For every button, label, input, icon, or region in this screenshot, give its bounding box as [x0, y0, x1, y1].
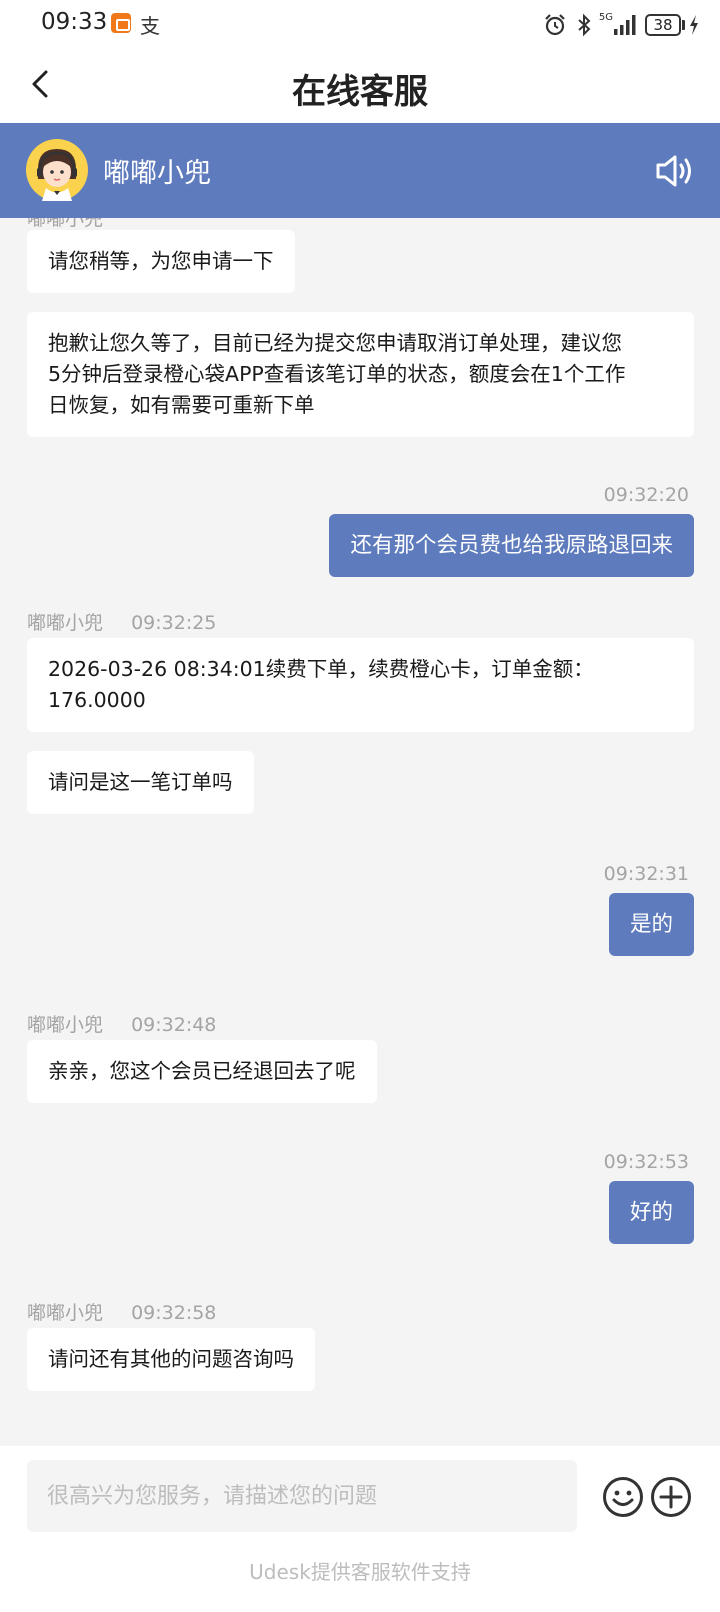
- message-text: 请问是这一笔订单吗: [48, 770, 233, 794]
- message-text: 亲亲，您这个会员已经退回去了呢: [48, 1059, 356, 1083]
- message-bubble-in[interactable]: 请您稍等，为您申请一下: [27, 230, 295, 293]
- status-bar: 09:33 支 5G 38: [0, 0, 720, 48]
- battery-icon: 38: [645, 14, 681, 36]
- alarm-icon: [545, 14, 565, 36]
- sender-name: 嘟嘟小兜: [27, 612, 104, 634]
- message-meta: 09:32:20: [604, 484, 689, 506]
- emoji-icon[interactable]: [602, 1476, 644, 1518]
- message-bubble-in[interactable]: 2026-03-26 08:34:01续费下单，续费橙心卡，订单金额： 176.…: [27, 638, 694, 732]
- message-line: 抱歉让您久等了，目前已经为提交您申请取消订单处理，建议您: [48, 331, 622, 355]
- message-bubble-in[interactable]: 亲亲，您这个会员已经退回去了呢: [27, 1040, 377, 1103]
- sender-name: 嘟嘟小兜: [27, 1302, 104, 1324]
- sender-name: 嘟嘟小兜: [27, 218, 104, 230]
- composer: Udesk提供客服软件支持: [0, 1446, 720, 1612]
- agent-name: 嘟嘟小兜: [103, 158, 211, 189]
- message-time: 09:32:58: [131, 1302, 217, 1324]
- message-time: 09:32:20: [603, 484, 689, 506]
- battery-nub: [682, 20, 685, 30]
- signal-icon: [614, 15, 636, 35]
- charging-icon: [690, 15, 698, 35]
- message-bubble-in[interactable]: 请问是这一笔订单吗: [27, 751, 254, 814]
- message-meta: 09:32:31: [604, 863, 689, 885]
- app-badge-icon: [111, 13, 131, 33]
- message-meta: 嘟嘟小兜 09:32:25: [27, 608, 216, 635]
- message-line: 日恢复，如有需要可重新下单: [48, 393, 315, 417]
- powered-by-text: Udesk提供客服软件支持: [249, 1560, 471, 1584]
- message-bubble-out[interactable]: 是的: [608, 893, 694, 956]
- message-text: 还有那个会员费也给我原路退回来: [350, 533, 673, 558]
- bluetooth-icon: [578, 13, 591, 37]
- message-meta: 嘟嘟小兜 09:32:48: [27, 1010, 216, 1037]
- page-title: 在线客服: [292, 72, 428, 112]
- network-type: 5G: [598, 12, 613, 23]
- chat-list[interactable]: 嘟嘟小兜 请您稍等，为您申请一下 抱歉让您久等了，目前已经为提交您申请取消订单处…: [0, 218, 720, 1446]
- plus-circle-icon[interactable]: [650, 1476, 692, 1518]
- message-bubble-in[interactable]: 请问还有其他的问题咨询吗: [27, 1328, 315, 1391]
- agent-header: 嘟嘟小兜: [0, 123, 720, 218]
- message-line: 5分钟后登录橙心袋APP查看该笔订单的状态，额度会在1个工作: [48, 362, 626, 386]
- message-text: 是的: [629, 912, 673, 937]
- status-time: 09:33: [41, 9, 108, 35]
- message-line: 2026-03-26 08:34:01续费下单，续费橙心卡，订单金额：: [48, 657, 594, 681]
- agent-avatar-icon[interactable]: [26, 139, 88, 201]
- message-time: 09:32:25: [131, 612, 217, 634]
- message-input[interactable]: [27, 1460, 577, 1532]
- sender-name: 嘟嘟小兜: [27, 1014, 104, 1036]
- alipay-icon: 支: [140, 14, 160, 38]
- message-meta: 09:32:53: [604, 1151, 689, 1173]
- title-bar: 在线客服: [0, 48, 720, 123]
- message-text: 好的: [629, 1200, 673, 1225]
- message-meta: 嘟嘟小兜 09:32:58: [27, 1298, 216, 1325]
- message-time: 09:32:48: [131, 1014, 217, 1036]
- message-text: 请问还有其他的问题咨询吗: [48, 1347, 294, 1371]
- message-bubble-in[interactable]: 抱歉让您久等了，目前已经为提交您申请取消订单处理，建议您 5分钟后登录橙心袋AP…: [27, 312, 694, 437]
- speaker-icon[interactable]: [654, 151, 696, 191]
- message-time: 09:32:31: [603, 863, 689, 885]
- message-bubble-out[interactable]: 好的: [608, 1181, 694, 1244]
- message-time: 09:32:53: [603, 1151, 689, 1173]
- message-text: 请您稍等，为您申请一下: [48, 249, 274, 273]
- message-bubble-out[interactable]: 还有那个会员费也给我原路退回来: [329, 514, 694, 577]
- message-line: 176.0000: [48, 688, 146, 712]
- status-icons: 5G 38: [543, 12, 700, 38]
